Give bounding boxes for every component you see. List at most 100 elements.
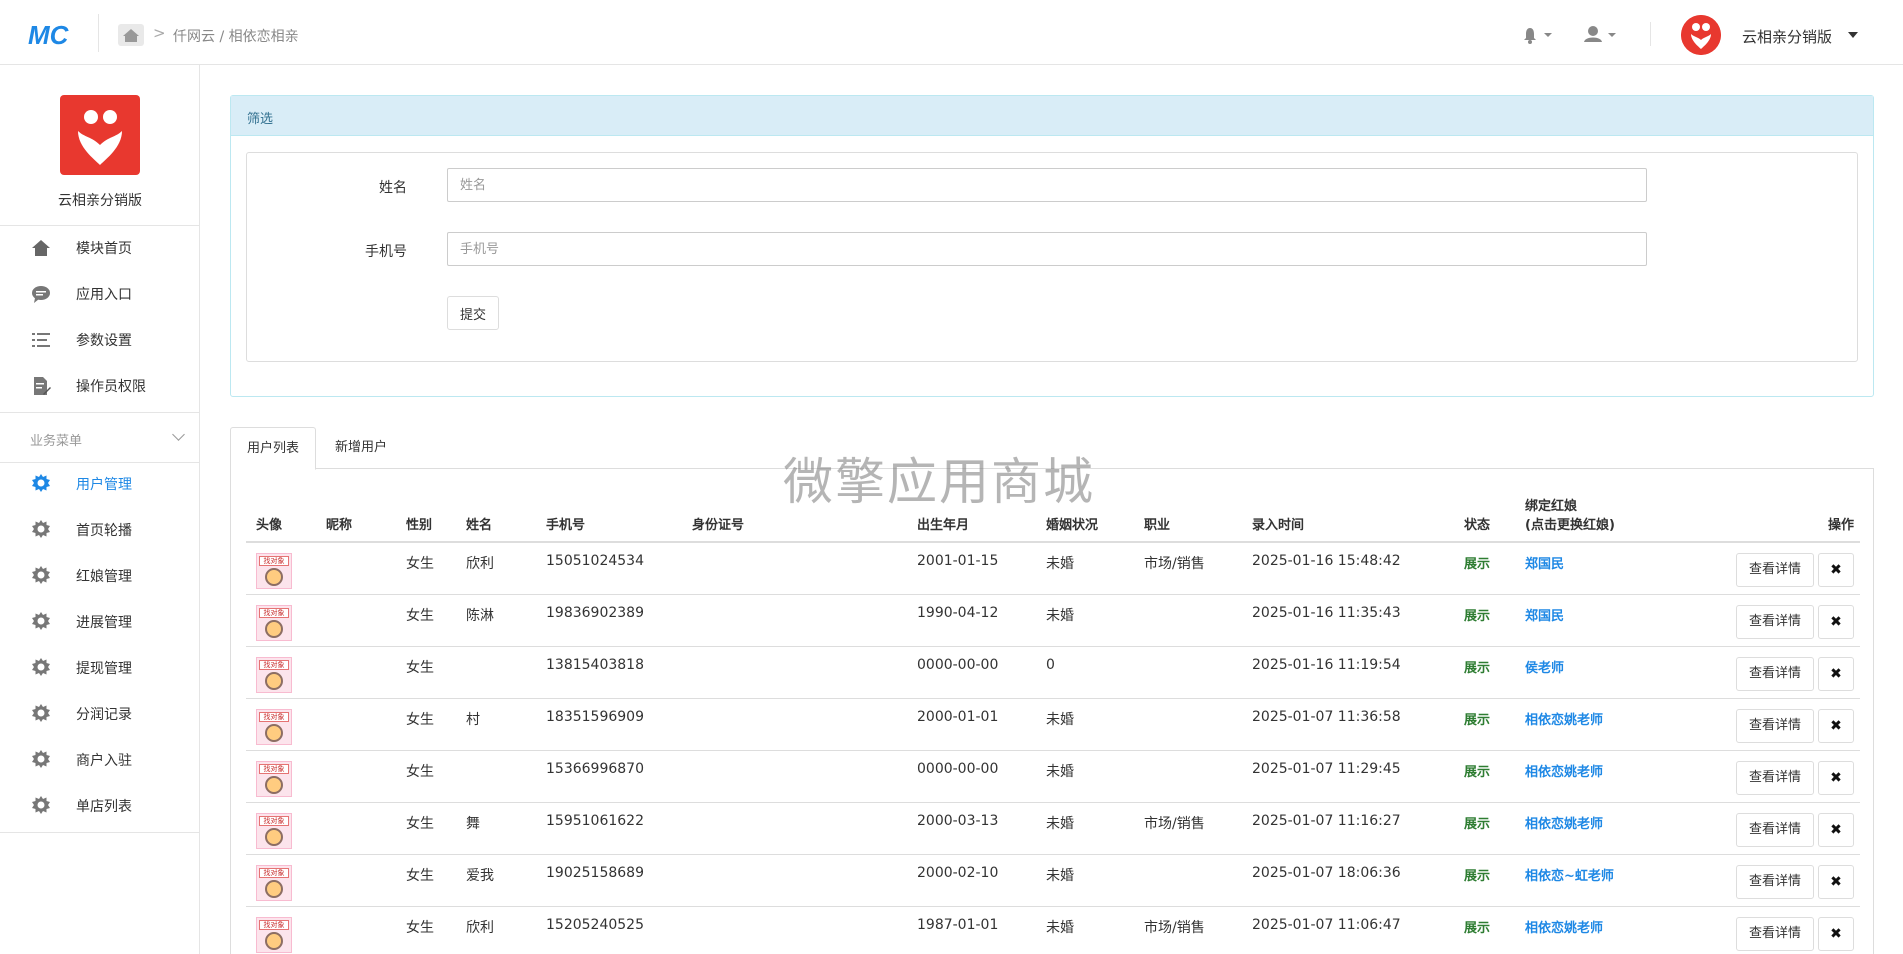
- view-detail-button[interactable]: 查看详情: [1735, 916, 1814, 951]
- matchmaker-link[interactable]: 相依恋~虹老师: [1515, 853, 1655, 906]
- status-badge[interactable]: 展示: [1454, 645, 1515, 698]
- divider: [0, 225, 199, 226]
- cell-phone: 19025158689: [536, 853, 682, 906]
- sidebar-item-merchant[interactable]: 商户入驻: [0, 740, 199, 780]
- cell-gender: 女生: [396, 905, 456, 954]
- cell-created: 2025-01-07 11:29:45: [1242, 749, 1454, 802]
- cell-ops: 查看详情 ✖: [1655, 749, 1860, 802]
- avatar-face: [265, 568, 283, 586]
- cell-idcard: [682, 801, 907, 854]
- app-avatar-icon[interactable]: [1681, 15, 1721, 55]
- sidebar-item-matchmaker[interactable]: 红娘管理: [0, 556, 199, 596]
- matchmaker-link[interactable]: 相依恋姚老师: [1515, 905, 1655, 954]
- sidebar-title: 云相亲分销版: [58, 193, 142, 209]
- mc-logo[interactable]: MC: [28, 20, 78, 48]
- sidebar-item-withdraw[interactable]: 提现管理: [0, 648, 199, 688]
- submit-button[interactable]: 提交: [447, 296, 500, 330]
- view-detail-button[interactable]: 查看详情: [1735, 553, 1814, 587]
- breadcrumb[interactable]: 仟网云 / 相依恋相亲: [173, 26, 299, 46]
- avatar-cell: 找对象: [246, 645, 316, 698]
- cell-name: 欣利: [456, 905, 536, 954]
- chevron-down-icon[interactable]: [172, 428, 185, 441]
- sidebar-item-user-management[interactable]: 用户管理: [0, 464, 199, 504]
- status-badge[interactable]: 展示: [1454, 905, 1515, 954]
- avatar-face: [265, 671, 283, 690]
- delete-button[interactable]: ✖: [1818, 864, 1854, 899]
- cell-nickname: [316, 749, 396, 802]
- cell-ops: 查看详情 ✖: [1655, 853, 1860, 906]
- bell-icon[interactable]: [1522, 24, 1556, 46]
- sidebar-item-label: 进展管理: [76, 615, 132, 631]
- chevron-right-icon: >: [153, 24, 166, 42]
- matchmaker-link[interactable]: 相依恋姚老师: [1515, 801, 1655, 854]
- view-detail-button[interactable]: 查看详情: [1735, 656, 1814, 691]
- avatar[interactable]: 找对象: [256, 604, 292, 641]
- avatar[interactable]: 找对象: [256, 553, 292, 589]
- sidebar-item-profit-records[interactable]: 分润记录: [0, 694, 199, 734]
- matchmaker-link[interactable]: 相依恋姚老师: [1515, 697, 1655, 750]
- cell-marital: 0: [1036, 645, 1134, 698]
- cell-marital: 未婚: [1036, 749, 1134, 802]
- cell-name: [456, 749, 536, 802]
- delete-button[interactable]: ✖: [1818, 916, 1854, 951]
- avatar[interactable]: 找对象: [256, 812, 292, 849]
- sidebar-item-app-entry[interactable]: 应用入口: [0, 274, 199, 314]
- name-input[interactable]: [447, 168, 1647, 202]
- matchmaker-link[interactable]: 相依恋姚老师: [1515, 749, 1655, 802]
- avatar[interactable]: 找对象: [256, 708, 292, 745]
- status-badge[interactable]: 展示: [1454, 697, 1515, 750]
- avatar[interactable]: 找对象: [256, 760, 292, 797]
- phone-input[interactable]: [447, 232, 1647, 266]
- cell-phone: 15366996870: [536, 749, 682, 802]
- cell-name: 舞: [456, 801, 536, 854]
- view-detail-button[interactable]: 查看详情: [1735, 604, 1814, 639]
- delete-button[interactable]: ✖: [1818, 812, 1854, 847]
- avatar-cell: 找对象: [246, 905, 316, 954]
- matchmaker-link[interactable]: 郑国民: [1515, 593, 1655, 646]
- sidebar-item-module-home[interactable]: 模块首页: [0, 228, 199, 268]
- cell-birth: 1987-01-01: [907, 905, 1036, 954]
- tab-user-list[interactable]: 用户列表: [230, 427, 317, 470]
- user-icon[interactable]: [1584, 24, 1620, 46]
- cell-created: 2025-01-07 11:06:47: [1242, 905, 1454, 954]
- svg-text:MC: MC: [28, 20, 70, 48]
- view-detail-button[interactable]: 查看详情: [1735, 760, 1814, 795]
- delete-button[interactable]: ✖: [1818, 760, 1854, 795]
- avatar-face: [265, 827, 283, 846]
- home-icon[interactable]: [118, 24, 144, 46]
- avatar[interactable]: 找对象: [256, 916, 292, 953]
- avatar[interactable]: 找对象: [256, 864, 292, 901]
- list-icon: [31, 330, 51, 350]
- view-detail-button[interactable]: 查看详情: [1735, 812, 1814, 847]
- matchmaker-link[interactable]: 侯老师: [1515, 645, 1655, 698]
- status-badge[interactable]: 展示: [1454, 749, 1515, 802]
- view-detail-button[interactable]: 查看详情: [1735, 708, 1814, 743]
- delete-button[interactable]: ✖: [1818, 708, 1854, 743]
- sidebar-item-label: 用户管理: [76, 477, 132, 493]
- caret-down-icon[interactable]: [1848, 32, 1858, 38]
- status-badge[interactable]: 展示: [1454, 593, 1515, 646]
- app-name[interactable]: 云相亲分销版: [1742, 26, 1832, 47]
- matchmaker-link[interactable]: 郑国民: [1515, 541, 1655, 594]
- sidebar-item-label: 单店列表: [76, 799, 132, 815]
- sidebar-item-progress[interactable]: 进展管理: [0, 602, 199, 642]
- cell-job: [1134, 853, 1242, 906]
- status-badge[interactable]: 展示: [1454, 801, 1515, 854]
- delete-button[interactable]: ✖: [1818, 604, 1854, 639]
- sidebar-item-settings[interactable]: 参数设置: [0, 320, 199, 360]
- status-badge[interactable]: 展示: [1454, 853, 1515, 906]
- avatar[interactable]: 找对象: [256, 656, 292, 693]
- avatar-face: [265, 723, 283, 742]
- sidebar-item-store-list[interactable]: 单店列表: [0, 786, 199, 826]
- col-matchmaker-line2: (点击更换红娘): [1525, 518, 1615, 533]
- status-badge[interactable]: 展示: [1454, 541, 1515, 594]
- top-bar: MC > 仟网云 / 相依恋相亲 云相亲分销版: [0, 0, 1903, 65]
- filter-panel: 筛选 姓名 手机号 提交: [230, 95, 1874, 397]
- tab-add-user[interactable]: 新增用户: [319, 427, 403, 469]
- sidebar-item-banner[interactable]: 首页轮播: [0, 510, 199, 550]
- avatar-cell: 找对象: [246, 593, 316, 646]
- sidebar-item-operator-permission[interactable]: 操作员权限: [0, 366, 199, 406]
- view-detail-button[interactable]: 查看详情: [1735, 864, 1814, 899]
- delete-button[interactable]: ✖: [1818, 553, 1854, 587]
- delete-button[interactable]: ✖: [1818, 656, 1854, 691]
